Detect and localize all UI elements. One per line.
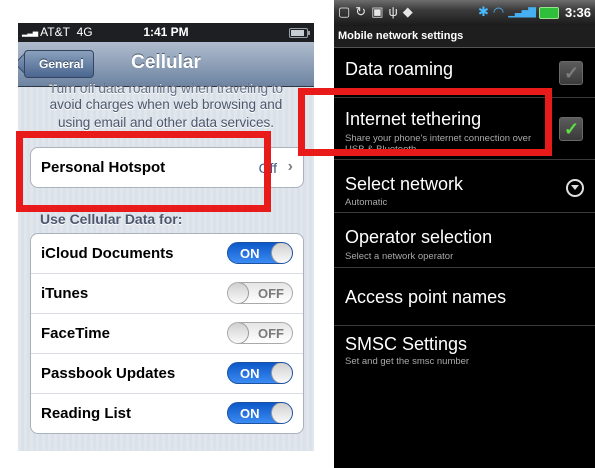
setting-access-point-names[interactable]: Access point names — [334, 268, 595, 326]
system-icons: ✱ ◠ ▁▃▅▇ 3:36 — [478, 4, 591, 20]
status-time: 3:36 — [564, 4, 591, 20]
switch-state: ON — [240, 406, 260, 421]
usb-icon: ψ — [388, 4, 398, 19]
download-icon: ▣ — [371, 4, 384, 19]
notification-icons: ▢ ↻ ▣ ψ ◆ — [338, 4, 413, 20]
sync-icon: ↻ — [355, 4, 367, 19]
checkmark-icon: ✓ — [564, 63, 580, 83]
checkmark-icon: ✓ — [564, 119, 580, 139]
highlight-box-internet-tethering — [298, 88, 552, 156]
wifi-icon: ◠ — [492, 4, 505, 19]
setting-title: Select network — [345, 174, 464, 194]
setting-title: SMSC Settings — [345, 334, 468, 354]
switch-knob — [271, 243, 292, 263]
setting-smsc-settings[interactable]: SMSC Settings Set and get the smsc numbe… — [334, 326, 595, 376]
switch-knob — [271, 403, 292, 423]
toggle-row-passbook-updates: Passbook Updates ON — [31, 354, 303, 394]
toggle-row-reading-list: Reading List ON — [31, 394, 303, 433]
screenshot-icon: ▢ — [338, 4, 351, 19]
toggle-label: Passbook Updates — [41, 365, 176, 382]
setting-select-network[interactable]: Select network Automatic — [334, 160, 595, 213]
reading-list-switch[interactable]: ON — [227, 402, 293, 424]
screen-title: Mobile network settings — [338, 30, 464, 42]
android-status-bar: ▢ ↻ ▣ ψ ◆ ✱ ◠ ▁▃▅▇ 3:36 — [334, 0, 595, 26]
toggle-label: iCloud Documents — [41, 245, 174, 262]
setting-title: Access point names — [345, 287, 507, 307]
battery-icon — [289, 28, 310, 38]
roaming-note-line-2: avoid charges when web browsing and — [49, 97, 283, 112]
toggle-row-itunes: iTunes OFF — [31, 274, 303, 314]
back-button-general[interactable]: General — [24, 50, 94, 78]
android-network-settings-screen: ▢ ↻ ▣ ψ ◆ ✱ ◠ ▁▃▅▇ 3:36 Mobile network s… — [334, 0, 595, 468]
screen-title-bar: Mobile network settings — [334, 26, 595, 48]
cell-signal-icon: ▁▃▅▇ — [508, 6, 536, 18]
roaming-note-line-3: using email and other data services. — [57, 115, 275, 130]
icloud-documents-switch[interactable]: ON — [227, 242, 293, 264]
toggle-label: iTunes — [41, 285, 89, 302]
facetime-switch[interactable]: OFF — [227, 322, 293, 344]
setting-summary: Select a network operator — [345, 251, 454, 262]
toggle-label: FaceTime — [41, 325, 110, 342]
toggle-label: Reading List — [41, 405, 132, 422]
ios-status-bar: ▂▃▅ AT&T 4G 1:41 PM — [18, 23, 314, 42]
setting-title: Data roaming — [345, 59, 454, 79]
toggle-row-facetime: FaceTime OFF — [31, 314, 303, 354]
cellular-data-group: iCloud Documents ON iTunes OFF FaceTime … — [30, 233, 304, 434]
setting-title: Operator selection — [345, 227, 493, 247]
bluetooth-icon: ✱ — [477, 4, 489, 19]
switch-state: ON — [240, 246, 260, 261]
status-time: 1:41 PM — [143, 25, 189, 39]
switch-knob — [228, 323, 249, 343]
itunes-switch[interactable]: OFF — [227, 282, 293, 304]
ios-cellular-screen: ▂▃▅ AT&T 4G 1:41 PM General Cellular Turn… — [18, 23, 314, 451]
passbook-updates-switch[interactable]: ON — [227, 362, 293, 384]
battery-icon — [538, 7, 559, 19]
app-icon: ◆ — [402, 4, 413, 19]
switch-state: OFF — [258, 326, 284, 341]
setting-operator-selection[interactable]: Operator selection Select a network oper… — [334, 213, 595, 268]
switch-knob — [228, 283, 249, 303]
switch-state: ON — [240, 366, 260, 381]
setting-summary: Automatic — [345, 197, 388, 208]
switch-state: OFF — [258, 286, 284, 301]
setting-summary: Set and get the smsc number — [345, 356, 470, 367]
data-roaming-checkbox[interactable]: ✓ — [559, 61, 583, 85]
chevron-right-icon: › — [287, 158, 293, 175]
dropdown-icon[interactable] — [566, 179, 584, 197]
switch-knob — [271, 363, 292, 383]
highlight-box-personal-hotspot — [16, 131, 271, 212]
internet-tethering-checkbox[interactable]: ✓ — [559, 117, 583, 141]
section-header-cellular-data: Use Cellular Data for: — [40, 211, 183, 227]
toggle-row-icloud-documents: iCloud Documents ON — [31, 234, 303, 274]
